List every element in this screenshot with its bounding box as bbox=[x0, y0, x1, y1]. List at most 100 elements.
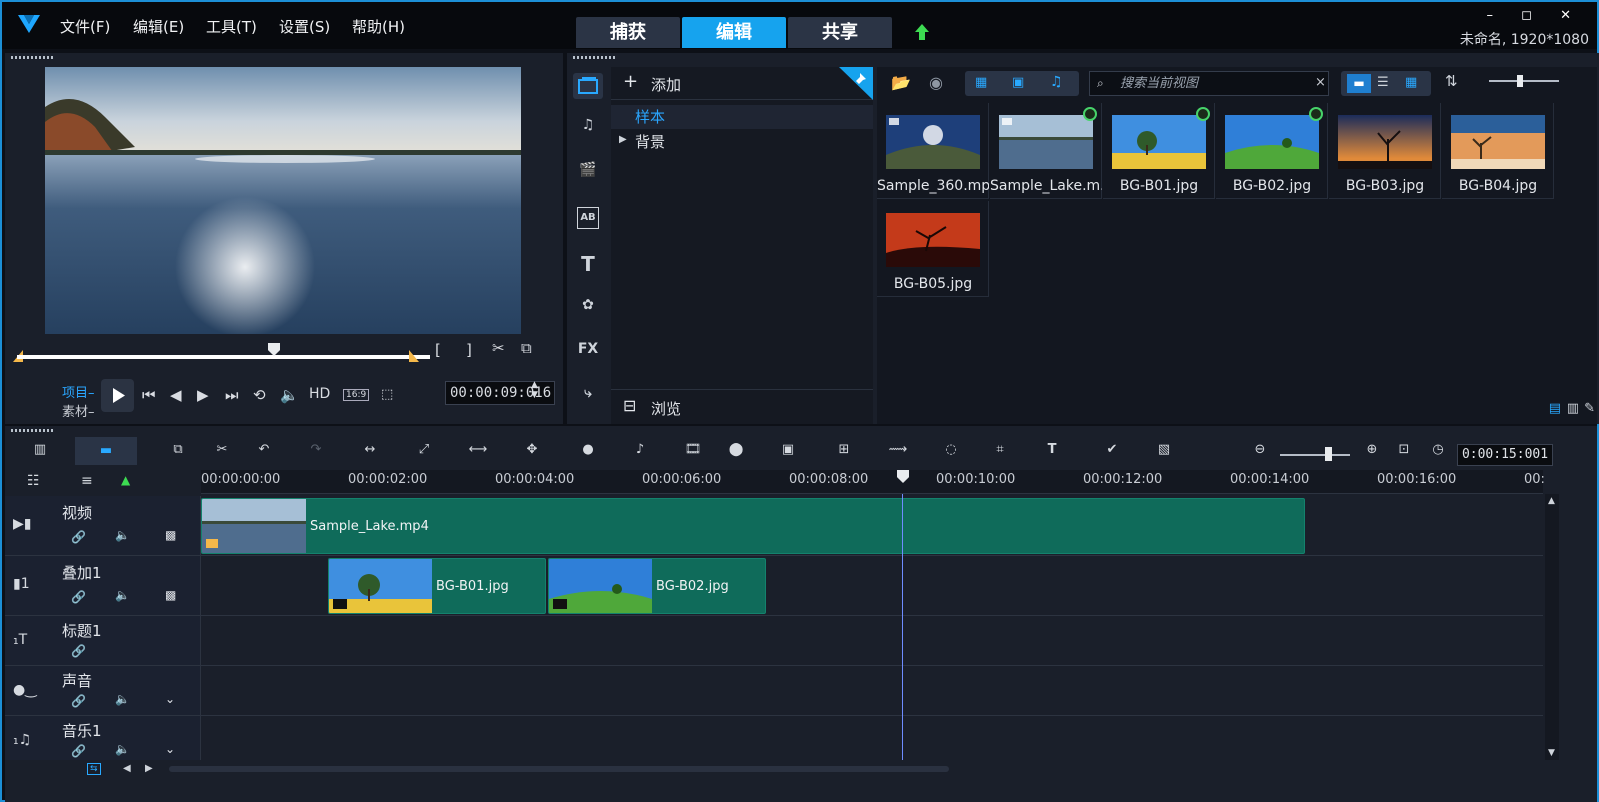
playhead-marker[interactable] bbox=[897, 470, 909, 483]
scroll-right-icon[interactable]: ▶ bbox=[145, 763, 153, 774]
aspect-icon[interactable]: ⤢ bbox=[413, 442, 435, 462]
track-manager-icon[interactable]: ☷ bbox=[27, 473, 40, 489]
mark-out-button[interactable]: ] bbox=[466, 341, 472, 359]
audio-library-icon[interactable]: ♫ bbox=[577, 117, 599, 139]
movie-icon[interactable]: 🎞 bbox=[682, 442, 704, 462]
time-remap-icon[interactable]: ⟿ bbox=[887, 442, 909, 462]
link-icon[interactable]: 🔗 bbox=[71, 530, 86, 544]
media-item[interactable]: BG-B01.jpg bbox=[1103, 103, 1215, 199]
library-layout-icon[interactable]: ▤ bbox=[1549, 401, 1561, 416]
panel-grip[interactable] bbox=[573, 56, 617, 59]
mask-icon[interactable]: ◌ bbox=[940, 442, 962, 462]
repeat-icon[interactable]: ⟲ bbox=[253, 386, 266, 404]
zoom-slider-knob[interactable] bbox=[1325, 447, 1332, 461]
search-clear-button[interactable]: × bbox=[1315, 75, 1326, 90]
scissors-icon[interactable]: ✂ bbox=[492, 339, 505, 357]
subtitle-icon[interactable]: ▣ bbox=[777, 442, 799, 462]
video-filter-icon[interactable]: ▧ bbox=[1153, 442, 1175, 462]
pin-icon[interactable] bbox=[839, 67, 873, 100]
link-icon[interactable]: 🔗 bbox=[71, 644, 86, 658]
go-to-start-icon[interactable]: ⏮ bbox=[142, 386, 156, 404]
menu-file[interactable]: 文件(F) bbox=[60, 16, 110, 37]
record-icon[interactable]: ● bbox=[577, 442, 599, 462]
split-icon[interactable]: ⟷ bbox=[467, 442, 489, 462]
media-item[interactable]: Sample_Lake.m... bbox=[990, 103, 1102, 199]
media-library-icon[interactable] bbox=[573, 73, 603, 99]
tab-capture[interactable]: 捕获 bbox=[576, 17, 680, 48]
list-view-icon[interactable]: ☰ bbox=[1377, 75, 1389, 90]
upload-arrow-icon[interactable] bbox=[914, 23, 930, 41]
timeline-view-icon[interactable]: ▬ bbox=[75, 437, 137, 465]
volume-icon[interactable]: 🔈 bbox=[280, 386, 299, 404]
undo-icon[interactable]: ↶ bbox=[253, 442, 275, 462]
options-panel-icon[interactable]: ▥ bbox=[1567, 401, 1579, 416]
redo-icon[interactable]: ↷ bbox=[305, 442, 327, 462]
3d-title-icon[interactable]: T bbox=[1041, 442, 1063, 462]
menu-help[interactable]: 帮助(H) bbox=[352, 16, 405, 37]
play-button[interactable] bbox=[101, 379, 134, 412]
show-audio-icon[interactable]: ♫ bbox=[1050, 74, 1063, 90]
timeline-duration[interactable]: 0:00:15:001 bbox=[1457, 444, 1553, 466]
scroll-up-icon[interactable]: ▲ bbox=[1548, 496, 1555, 506]
path-icon[interactable]: ⤷ bbox=[577, 385, 599, 407]
browse-button[interactable]: ⊟ 浏览 bbox=[611, 389, 873, 424]
media-item[interactable]: BG-B04.jpg bbox=[1442, 103, 1554, 199]
fit-project-icon[interactable]: ⊡ bbox=[1393, 442, 1415, 462]
media-item[interactable]: BG-B05.jpg bbox=[877, 201, 989, 297]
go-to-end-icon[interactable]: ⏭ bbox=[225, 386, 239, 404]
add-folder-label[interactable]: 添加 bbox=[651, 74, 681, 95]
expand-track-icon[interactable]: ⌄ bbox=[165, 692, 175, 706]
track-visibility-icon[interactable]: ▩ bbox=[165, 528, 176, 542]
color-grading-icon[interactable]: ✔ bbox=[1101, 442, 1123, 462]
search-input[interactable]: 搜索当前视图 bbox=[1089, 71, 1329, 96]
enlarge-preview-icon[interactable]: ⧉ bbox=[521, 339, 532, 357]
import-folder-icon[interactable]: 📂 bbox=[891, 73, 911, 92]
player-timecode[interactable]: 00:00:09:016 bbox=[445, 381, 555, 405]
add-marker-icon[interactable]: ≡ bbox=[81, 473, 93, 489]
window-controls[interactable]: – ◻ ✕ bbox=[1487, 8, 1583, 23]
clip-mode-label[interactable]: 素材– bbox=[62, 401, 95, 420]
thumbnail-view-icon[interactable]: ▬ bbox=[1347, 74, 1371, 93]
menu-edit[interactable]: 编辑(E) bbox=[133, 16, 184, 37]
mute-icon[interactable]: 🔈 bbox=[115, 692, 130, 706]
next-frame-icon[interactable]: ▶ bbox=[197, 386, 209, 404]
mute-icon[interactable]: 🔈 bbox=[115, 528, 130, 542]
tab-edit[interactable]: 编辑 bbox=[682, 17, 786, 48]
tools-icon[interactable]: ✂ bbox=[211, 442, 233, 462]
scroll-left-icon[interactable]: ◀ bbox=[123, 763, 131, 774]
track-visibility-icon[interactable]: ▩ bbox=[165, 588, 176, 602]
capture-icon[interactable]: ◉ bbox=[929, 73, 943, 92]
motion-icon[interactable]: ⬤ bbox=[725, 442, 747, 462]
media-item[interactable]: Sample_360.mp4 bbox=[877, 103, 989, 199]
copy-icon[interactable]: ⧉ bbox=[167, 442, 189, 462]
fx-filter-icon[interactable]: FX bbox=[577, 341, 599, 363]
time-ruler[interactable]: 00:00:00:00 00:00:02:00 00:00:04:00 00:0… bbox=[201, 470, 1545, 494]
change-size-icon[interactable]: ⬚ bbox=[381, 387, 393, 402]
timeline-clip[interactable]: BG-B01.jpg bbox=[328, 558, 546, 614]
aspect-ratio-button[interactable]: 16:9 bbox=[343, 389, 370, 401]
link-icon[interactable]: 🔗 bbox=[71, 694, 86, 708]
folder-item-sample[interactable]: 样本 bbox=[611, 105, 873, 129]
link-icon[interactable]: 🔗 bbox=[71, 590, 86, 604]
slider-knob[interactable] bbox=[1517, 75, 1523, 87]
zoom-in-icon[interactable]: ⊕ bbox=[1361, 442, 1383, 462]
fit-icon[interactable]: ↔ bbox=[359, 442, 381, 462]
auto-scroll-icon[interactable]: ⇆ bbox=[87, 763, 101, 775]
sort-icon[interactable]: ⇅ bbox=[1445, 72, 1458, 90]
edit-icon[interactable]: ✎ bbox=[1584, 401, 1595, 416]
zoom-slider[interactable] bbox=[1280, 454, 1350, 456]
add-folder-row[interactable]: + 添加 bbox=[611, 67, 873, 100]
show-video-icon[interactable]: ▦ bbox=[975, 75, 987, 90]
timecode-stepper-icon[interactable]: ▲ ▼ bbox=[531, 380, 538, 400]
scrubber-bar[interactable] bbox=[17, 355, 430, 359]
transition-icon[interactable]: AB bbox=[577, 207, 599, 229]
project-mode-label[interactable]: 项目– bbox=[62, 382, 95, 401]
media-item[interactable]: BG-B02.jpg bbox=[1216, 103, 1328, 199]
hd-preview-button[interactable]: HD bbox=[309, 386, 330, 402]
audio-mixer-icon[interactable]: ♪ bbox=[629, 442, 651, 462]
storyboard-view-icon[interactable]: ▥ bbox=[29, 442, 51, 462]
vertical-scrollbar[interactable]: ▲ ▼ bbox=[1545, 494, 1559, 760]
ripple-edit-icon[interactable]: ▲ bbox=[121, 473, 130, 487]
menu-tools[interactable]: 工具(T) bbox=[206, 16, 257, 37]
add-icon[interactable]: + bbox=[623, 71, 638, 92]
